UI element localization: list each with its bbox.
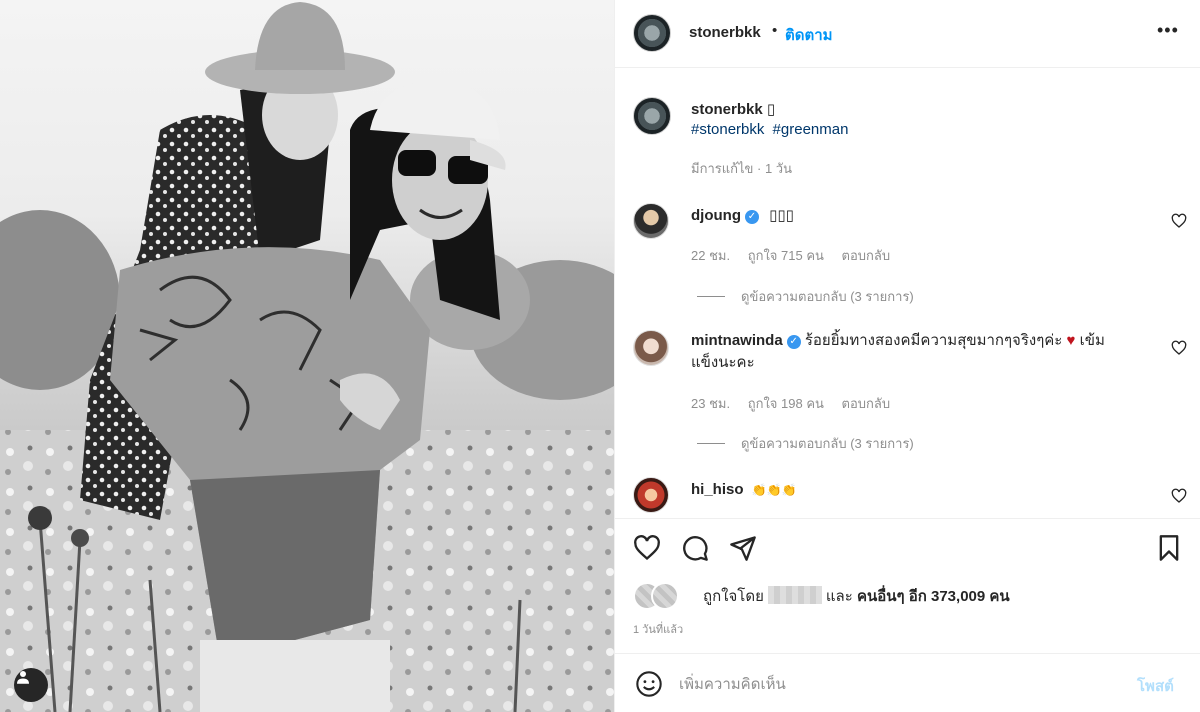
comment-text-cont: เข้ม (1079, 332, 1105, 349)
heart-outline-icon[interactable] (633, 534, 661, 562)
verified-badge-icon: ✓ (786, 335, 801, 349)
verified-badge-icon: ✓ (744, 210, 759, 224)
caption-author-avatar[interactable] (633, 97, 671, 135)
post-header: stonerbkk • ติดตาม ••• (615, 0, 1200, 68)
comment-text: ▯▯▯ (769, 207, 794, 224)
comment-avatar[interactable] (633, 203, 669, 239)
comment-meta: 22 ชม. ถูกใจ 715 คน ตอบกลับ (691, 245, 904, 266)
post-side-panel: stonerbkk • ติดตาม ••• stonerbkk ▯ #ston… (614, 0, 1200, 712)
tagged-people-button[interactable] (14, 668, 48, 702)
view-replies-button[interactable]: ดูข้อความตอบกลับ (3 รายการ) (697, 286, 914, 307)
comment-like-icon[interactable] (1171, 488, 1187, 504)
bookmark-icon[interactable] (1155, 534, 1183, 562)
liker-name-blurred[interactable] (767, 586, 822, 604)
comment-username[interactable]: mintnawinda (691, 332, 783, 349)
post-photo[interactable] (0, 0, 614, 712)
comment-text: 👏👏👏 (751, 483, 797, 497)
replies-divider (697, 443, 725, 444)
post-time-ago: 1 วันที่แล้ว (633, 624, 684, 636)
author-avatar[interactable] (633, 14, 671, 52)
likes-summary: ถูกใจโดย และ คนอื่นๆ อีก 373,009 คน (703, 584, 1010, 608)
paper-plane-icon[interactable] (729, 534, 757, 562)
reply-button[interactable]: ตอบกลับ (842, 396, 891, 411)
comment-body: mintnawinda ✓ ร้อยยิ้มทางสองคมีความสุขมาก… (691, 330, 1161, 374)
liker-avatar (651, 582, 679, 610)
comment-time: 23 ชม. (691, 396, 731, 411)
separator-dot: • (772, 22, 778, 39)
caption-author: stonerbkk ▯ (691, 100, 775, 118)
follow-button[interactable]: ติดตาม (785, 23, 833, 47)
caption-hashtags: #stonerbkk #greenman (691, 121, 852, 138)
heart-emoji: ♥ (1066, 332, 1076, 349)
speech-bubble-icon[interactable] (681, 534, 709, 562)
view-replies-label: ดูข้อความตอบกลับ (3 รายการ) (741, 436, 914, 451)
likes-prefix: ถูกใจโดย (703, 588, 764, 605)
add-comment-bar: โพสต์ (615, 653, 1200, 712)
action-bar-divider (615, 518, 1200, 519)
comment-avatar[interactable] (633, 477, 669, 513)
comment-avatar[interactable] (633, 330, 669, 366)
comment-like-icon[interactable] (1171, 340, 1187, 356)
post-comment-button[interactable]: โพสต์ (1137, 674, 1174, 698)
comment-like-icon[interactable] (1171, 213, 1187, 229)
comment-likes-count[interactable]: ถูกใจ 198 คน (748, 396, 824, 411)
comment-meta: 23 ชม. ถูกใจ 198 คน ตอบกลับ (691, 393, 904, 414)
hashtag-link[interactable]: #stonerbkk (691, 121, 764, 138)
view-replies-label: ดูข้อความตอบกลับ (3 รายการ) (741, 289, 914, 304)
comment-text: ร้อยยิ้มทางสองคมีความสุขมากๆจริงๆค่ะ (804, 332, 1063, 349)
comment-text-line2: แข็งนะคะ (691, 354, 755, 371)
comment-username[interactable]: hi_hiso (691, 481, 744, 498)
comment-likes-count[interactable]: ถูกใจ 715 คน (748, 248, 824, 263)
comment-author: djoung ✓ ▯▯▯ (691, 206, 794, 224)
caption-username[interactable]: stonerbkk (691, 101, 763, 118)
couple-photo-illustration (0, 2, 614, 712)
comment-username[interactable]: djoung (691, 207, 741, 224)
likes-others-link[interactable]: คนอื่นๆ อีก 373,009 คน (857, 588, 1010, 605)
reply-button[interactable]: ตอบกลับ (842, 248, 891, 263)
author-username[interactable]: stonerbkk (689, 24, 761, 41)
caption-text: ▯ (766, 101, 776, 118)
view-replies-button[interactable]: ดูข้อความตอบกลับ (3 รายการ) (697, 433, 914, 454)
comment-input[interactable] (679, 672, 1119, 696)
more-options-icon[interactable]: ••• (1157, 20, 1179, 41)
comment-author: hi_hiso 👏👏👏 (691, 481, 797, 498)
likers-avatars[interactable] (633, 582, 689, 610)
smiley-icon[interactable] (635, 670, 663, 698)
person-tag-icon (17, 671, 29, 684)
comment-time: 22 ชม. (691, 248, 731, 263)
caption-meta: มีการแก้ไข · 1 วัน (691, 161, 792, 176)
likes-and: และ (825, 588, 853, 605)
hashtag-link[interactable]: #greenman (773, 121, 849, 138)
replies-divider (697, 296, 725, 297)
